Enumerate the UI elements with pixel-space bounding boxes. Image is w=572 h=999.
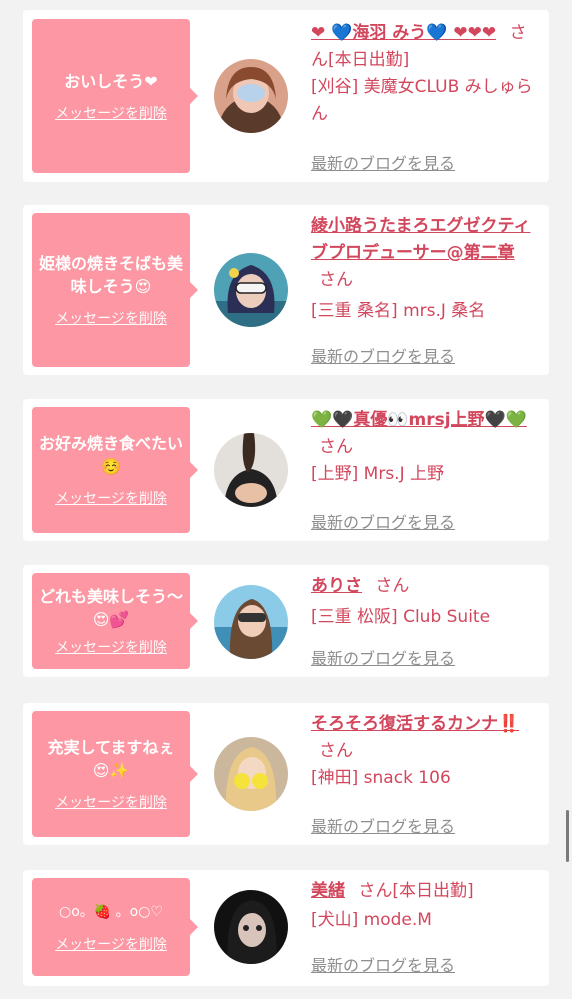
honorific: さん <box>375 576 410 596</box>
user-info: そろそろ復活するカンナ‼️ さん [神田] snack 106 <box>311 711 543 792</box>
honorific: さん <box>358 881 393 901</box>
user-name-link[interactable]: 美緒 <box>311 881 345 901</box>
delete-message-link[interactable]: メッセージを削除 <box>55 792 167 812</box>
avatar[interactable] <box>214 59 288 133</box>
message-text: 充実してますねぇ😍✨ <box>47 738 175 780</box>
avatar[interactable] <box>214 737 288 811</box>
avatar[interactable] <box>214 890 288 964</box>
latest-blog-link[interactable]: 最新のブログを見る <box>311 509 455 533</box>
feed-card: おいしそう❤ メッセージを削除 ❤︎ 💙海羽 みう💙 ❤︎❤︎❤︎ さん[本日出… <box>23 10 549 182</box>
user-name-link[interactable]: そろそろ復活するカンナ‼️ <box>311 714 519 734</box>
message-bubble: ○o。🍓 。o○♡ メッセージを削除 <box>32 878 198 976</box>
user-name-link[interactable]: ありさ <box>311 576 362 596</box>
status-badge: [本日出勤] <box>392 881 474 901</box>
user-info: 💚🖤真優👀mrsj上野🖤💚 さん [上野] Mrs.J 上野 <box>311 407 543 488</box>
user-name-link[interactable]: 💚🖤真優👀mrsj上野🖤💚 <box>311 410 527 430</box>
user-info: ❤︎ 💙海羽 みう💙 ❤︎❤︎❤︎ さん[本日出勤] [刈谷] 美魔女CLUB … <box>311 20 543 128</box>
avatar[interactable] <box>214 433 288 507</box>
message-text: どれも美味しそう〜😍💕 <box>38 587 183 629</box>
latest-blog-link[interactable]: 最新のブログを見る <box>311 813 455 837</box>
latest-blog-link[interactable]: 最新のブログを見る <box>311 645 455 669</box>
latest-blog-link[interactable]: 最新のブログを見る <box>311 952 455 976</box>
avatar[interactable] <box>214 253 288 327</box>
latest-blog-link[interactable]: 最新のブログを見る <box>311 150 455 174</box>
delete-message-link[interactable]: メッセージを削除 <box>55 934 167 954</box>
message-text: おいしそう❤ <box>64 71 158 91</box>
message-text: ○o。🍓 。o○♡ <box>59 903 163 920</box>
message-bubble: お好み焼き食べたい☺️ メッセージを削除 <box>32 407 198 533</box>
user-info: 綾小路うたまろエグゼクティブプロデューサー@第二章 さん [三重 桑名] mrs… <box>311 213 543 325</box>
shop-name: [刈谷] 美魔女CLUB みしゅらん <box>311 77 533 124</box>
message-text: お好み焼き食べたい☺️ <box>38 434 183 476</box>
scrollbar[interactable] <box>566 810 569 862</box>
shop-name: [神田] snack 106 <box>311 768 451 788</box>
shop-name: [上野] Mrs.J 上野 <box>311 464 445 484</box>
message-bubble: おいしそう❤ メッセージを削除 <box>32 19 198 173</box>
honorific: さん <box>319 270 353 290</box>
user-name-link[interactable]: 綾小路うたまろエグゼクティブプロデューサー@第二章 <box>311 216 530 263</box>
delete-message-link[interactable]: メッセージを削除 <box>55 308 167 328</box>
feed-card: どれも美味しそう〜😍💕 メッセージを削除 ありさ さん [三重 松阪] Club… <box>23 565 549 677</box>
feed-card: 姫様の焼きそばも美味しそう😍 メッセージを削除 綾小路うたまろエグゼクティブプロ… <box>23 205 549 375</box>
status-badge: [本日出勤] <box>328 50 410 70</box>
shop-name: [三重 松阪] Club Suite <box>311 607 491 627</box>
delete-message-link[interactable]: メッセージを削除 <box>55 488 167 508</box>
user-name-link[interactable]: ❤︎ 💙海羽 みう💙 ❤︎❤︎❤︎ <box>311 23 496 43</box>
feed-card: ○o。🍓 。o○♡ メッセージを削除 美緒 さん[本日出勤] [犬山] mode… <box>23 870 549 986</box>
feed-card: 充実してますねぇ😍✨ メッセージを削除 そろそろ復活するカンナ‼️ さん [神田… <box>23 703 549 845</box>
message-text: 姫様の焼きそばも美味しそう😍 <box>38 254 183 296</box>
message-bubble: 姫様の焼きそばも美味しそう😍 メッセージを削除 <box>32 213 198 367</box>
user-info: 美緒 さん[本日出勤] [犬山] mode.M <box>311 878 543 934</box>
message-bubble: どれも美味しそう〜😍💕 メッセージを削除 <box>32 573 198 669</box>
honorific: さん <box>319 437 353 457</box>
avatar[interactable] <box>214 585 288 659</box>
delete-message-link[interactable]: メッセージを削除 <box>55 637 167 657</box>
shop-name: [犬山] mode.M <box>311 910 432 930</box>
honorific: さん <box>319 741 353 761</box>
message-bubble: 充実してますねぇ😍✨ メッセージを削除 <box>32 711 198 837</box>
shop-name: [三重 桑名] mrs.J 桑名 <box>311 301 486 321</box>
latest-blog-link[interactable]: 最新のブログを見る <box>311 343 455 367</box>
delete-message-link[interactable]: メッセージを削除 <box>55 103 167 123</box>
feed-card: お好み焼き食べたい☺️ メッセージを削除 💚🖤真優👀mrsj上野🖤💚 さん [上… <box>23 399 549 541</box>
user-info: ありさ さん [三重 松阪] Club Suite <box>311 573 543 631</box>
